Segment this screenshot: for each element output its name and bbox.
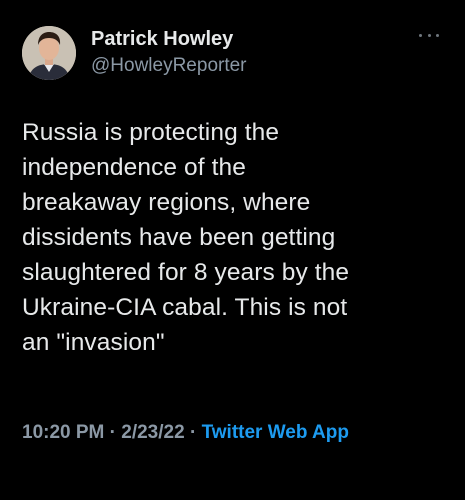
tweet-time[interactable]: 10:20 PM <box>22 422 104 443</box>
meta-separator: · <box>184 422 202 443</box>
tweet-card: Patrick Howley @HowleyReporter Russia is… <box>0 0 465 500</box>
meta-separator: · <box>104 422 122 443</box>
dot <box>436 33 439 37</box>
avatar[interactable] <box>22 26 76 80</box>
tweet-date[interactable]: 2/23/22 <box>121 422 184 443</box>
tweet-text: Russia is protecting the independence of… <box>22 119 350 356</box>
dot <box>427 33 431 37</box>
more-horizontal-icon[interactable] <box>419 30 439 40</box>
dot <box>419 33 422 37</box>
author-display-name[interactable]: Patrick Howley <box>91 26 247 52</box>
avatar-image <box>22 26 76 80</box>
author-block: Patrick Howley @HowleyReporter <box>91 26 247 79</box>
tweet-source-link[interactable]: Twitter Web App <box>202 422 349 443</box>
tweet-meta: 10:20 PM · 2/23/22 · Twitter Web App <box>22 419 442 446</box>
author-handle[interactable]: @HowleyReporter <box>91 53 247 79</box>
